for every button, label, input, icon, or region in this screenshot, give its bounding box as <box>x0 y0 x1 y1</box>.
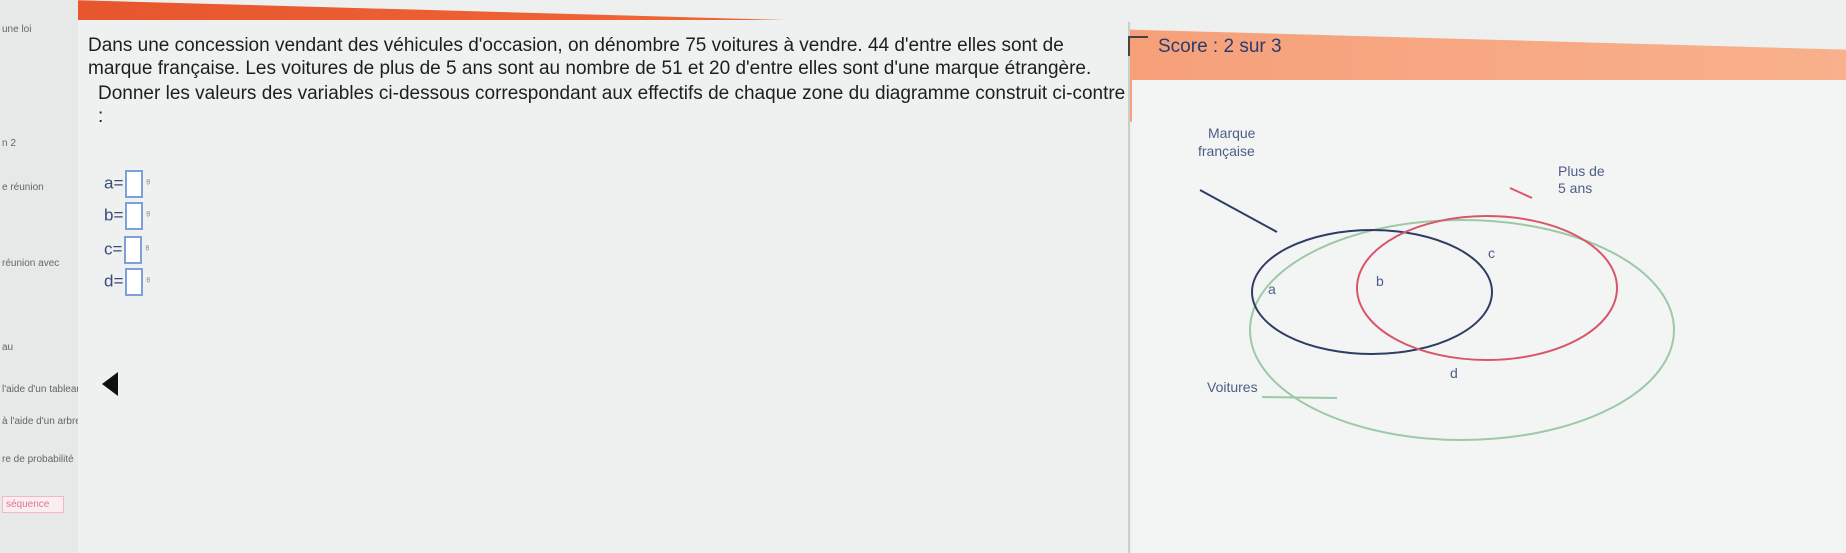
label-francaise: française <box>1198 143 1255 159</box>
label-voitures: Voitures <box>1207 379 1258 395</box>
variable-input-b[interactable] <box>125 202 144 230</box>
info-icon: ᶿ <box>146 178 151 190</box>
variable-row-b: b= ᶿ <box>104 202 150 230</box>
sidebar-item-probabilite[interactable]: re de probabilité <box>2 454 74 465</box>
variable-input-c[interactable] <box>124 236 143 264</box>
info-icon: ᶿ <box>146 210 151 222</box>
variable-input-d[interactable] <box>125 268 144 296</box>
variable-label-d: d= <box>104 271 124 291</box>
variable-label-a: a= <box>104 173 124 193</box>
score-text: Score : 2 sur 3 <box>1158 36 1282 57</box>
sidebar-item-tableau[interactable]: l'aide d'un tableau <box>2 384 82 395</box>
older-pointer-line <box>1509 187 1533 199</box>
sidebar-item-au[interactable]: au <box>2 342 13 353</box>
voitures-set <box>1249 219 1675 441</box>
score-area: Score : 2 sur 3 <box>1128 28 1288 68</box>
french-brand-set <box>1251 229 1493 355</box>
label-5-ans: 5 ans <box>1558 180 1592 196</box>
variable-row-c: c= ᶿ <box>104 236 149 264</box>
corner-bracket-icon <box>1128 36 1148 56</box>
variable-input-a[interactable] <box>125 170 144 198</box>
sidebar-item-reunion[interactable]: e réunion <box>2 182 44 193</box>
variable-row-a: a= ᶿ <box>104 170 150 198</box>
info-icon: ᶿ <box>145 244 150 256</box>
sidebar-item-loi[interactable]: une loi <box>2 24 31 35</box>
sidebar: une loi n 2 e réunion réunion avec au l'… <box>0 0 111 553</box>
voitures-pointer-line <box>1261 396 1338 399</box>
panel-divider <box>1128 22 1130 553</box>
collapse-arrow-icon[interactable] <box>102 372 118 396</box>
sidebar-item-reunion-avec[interactable]: réunion avec <box>2 258 59 269</box>
zone-label-b: b <box>1376 273 1384 289</box>
older-than-5-set <box>1356 215 1618 361</box>
zone-label-d: d <box>1450 365 1458 381</box>
sidebar-item-2[interactable]: n 2 <box>2 138 16 149</box>
variable-label-b: b= <box>104 205 124 225</box>
sidebar-item-arbre[interactable]: à l'aide d'un arbre <box>2 416 81 427</box>
zone-label-a: a <box>1268 281 1276 297</box>
sidebar-item-sequence[interactable]: séquence <box>2 496 64 513</box>
variable-label-c: c= <box>104 239 123 259</box>
venn-diagram: Marque française Plus de 5 ans Voitures … <box>1198 125 1675 441</box>
question-paragraph-1: Dans une concession vendant des véhicule… <box>88 35 1092 79</box>
variable-row-d: d= ᶿ <box>104 268 150 296</box>
info-icon: ᶿ <box>146 276 151 288</box>
zone-label-c: c <box>1488 245 1495 261</box>
label-marque: Marque <box>1208 125 1256 141</box>
label-plus-de: Plus de <box>1558 163 1605 179</box>
french-pointer-line <box>1199 189 1278 233</box>
question-paragraph-2: Donner les valeurs des variables ci-dess… <box>98 83 1126 127</box>
question-text: Dans une concession vendant des véhicule… <box>88 34 1128 128</box>
